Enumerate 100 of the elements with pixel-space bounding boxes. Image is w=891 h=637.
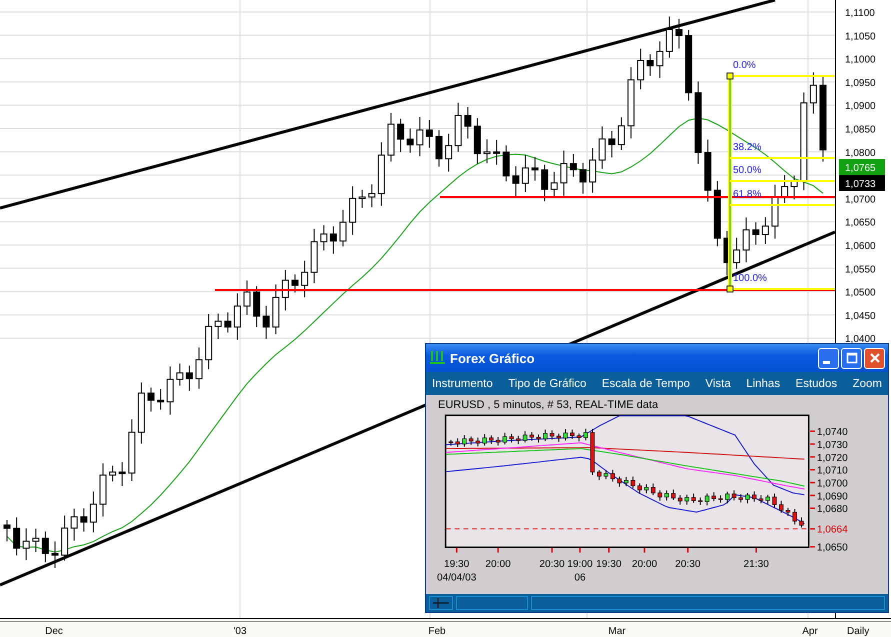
candlestick [630,476,636,489]
price-axis-label: 1,0900 [845,101,876,112]
candlestick [70,508,78,542]
close-icon [868,352,880,364]
price-axis-label: 1,0700 [816,478,848,490]
candlestick [100,462,106,517]
price-axis-label: 1,0710 [816,466,848,477]
menu-item[interactable]: Estudos [796,378,838,390]
candlestick [52,540,58,568]
candlestick [772,493,777,508]
candlestick [118,462,126,487]
time-axis-label: 19:30 [444,559,470,570]
price-axis-label: 1,0600 [845,241,876,252]
candlestick [792,508,797,525]
fibonacci-level-label: 0.0% [733,60,756,71]
candlestick [176,363,184,386]
candlestick [406,128,414,154]
minimize-button[interactable] [818,348,839,368]
candlestick [772,184,778,240]
menu-item[interactable]: Vista [705,378,731,390]
fibonacci-retracement-drawing[interactable] [726,72,835,292]
candlestick [282,269,289,311]
candlestick [678,494,682,506]
menu-item[interactable]: Instrumento [432,378,493,390]
candlestick [462,434,467,448]
candlestick [186,365,193,392]
time-axis-label: 20:30 [675,559,700,570]
candlestick [779,500,784,514]
candlestick [214,313,222,340]
candlestick [90,491,97,533]
close-button[interactable] [864,348,885,368]
candlestick [42,531,49,563]
timeframe-label: Daily [847,626,870,637]
price-axis-label: 1,0800 [845,148,876,159]
candlestick [138,382,145,444]
time-axis-label: 21:30 [744,559,769,570]
candlestick [604,469,608,480]
candlestick [253,286,260,328]
menu-item[interactable]: Zoom [852,378,882,390]
candlestick [13,516,20,556]
candlestick [516,435,521,445]
candlestick [704,139,712,202]
candlestick [762,216,769,244]
candlestick [810,72,817,114]
price-axis-label: 1,0500 [845,288,876,299]
candlestick [637,482,642,494]
time-axis-label: 20:30 [539,559,565,570]
candlestick [597,470,602,481]
time-axis-label: 19:30 [596,559,622,570]
menu-item[interactable]: Tipo de Gráfico [508,378,586,390]
candlestick [388,112,394,162]
support-line[interactable] [215,289,835,291]
candlestick [637,48,644,90]
candlestick [157,388,164,410]
candlestick [608,130,616,158]
candlestick [530,432,534,442]
price-axis-label: 1,1100 [845,8,875,19]
candlestick [502,432,508,445]
candlestick [349,186,356,236]
price-axis-label: 1,0690 [816,491,848,502]
candlestick [712,492,716,502]
candlestick [738,494,743,503]
candlestick [493,139,500,166]
candlestick [292,274,298,293]
candlestick [656,40,664,78]
trend-line[interactable] [0,0,776,210]
candlestick [725,491,730,504]
candlestick [484,138,490,164]
candlestick [676,18,682,49]
date-axis-label: 06 [574,572,586,584]
date-axis-label: Mar [608,626,626,637]
candlestick [766,494,770,505]
candlestick [61,515,68,562]
candlestick [541,164,548,202]
candlestick [543,429,548,442]
candlestick [436,130,442,168]
candlestick [698,497,703,506]
menu-item[interactable]: Escala de Tempo [602,378,690,390]
candlestick [644,484,649,494]
date-axis-label: '03 [233,626,247,637]
candlestick [496,436,500,446]
candlestick [733,237,740,270]
price-axis-label: 1,0700 [845,194,876,206]
candlestick [598,126,606,170]
candlestick [691,493,696,504]
menu-item[interactable]: Linhas [746,378,780,390]
date-axis-label: Apr [802,626,818,637]
candlestick [617,476,622,488]
candlestick [532,156,538,182]
candlestick [550,171,558,198]
candlestick [752,490,756,502]
candlestick [685,30,692,102]
candlestick [454,102,462,152]
candlestick [482,434,487,446]
candlestick [224,312,232,333]
crosshair-button[interactable] [429,596,453,610]
candlestick [509,433,514,443]
candlestick [426,120,433,148]
maximize-button[interactable] [841,348,862,368]
candlestick [234,292,241,340]
